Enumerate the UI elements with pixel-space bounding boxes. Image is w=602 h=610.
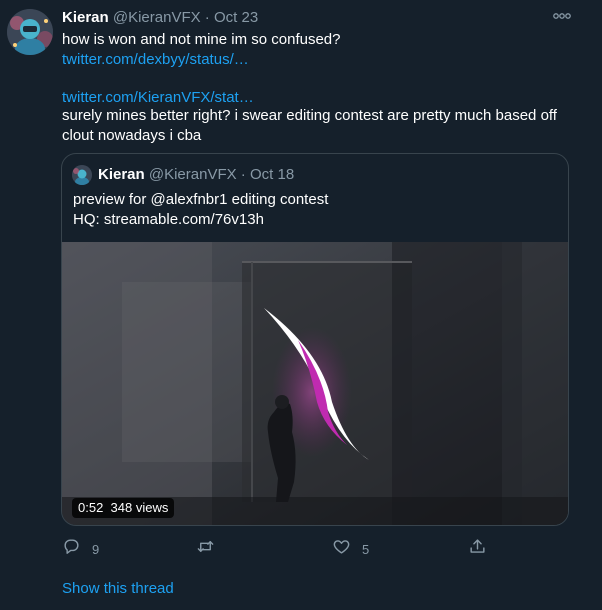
reply-count: 9 [92,541,100,557]
reply-button[interactable]: 9 [62,537,99,561]
retweet-icon [196,537,215,561]
tweet-actions: 9 5 [60,537,500,561]
quoted-header: Kieran @KieranVFX · Oct 18 [98,165,294,185]
share-button[interactable] [468,537,487,561]
reply-icon [62,537,81,561]
video-frame [62,242,568,525]
show-thread-link[interactable]: Show this thread [62,579,174,599]
more-options-icon[interactable] [551,9,573,23]
tweet-text-line-1: how is won and not mine im so confused? [62,31,341,48]
tweet-link-1[interactable]: twitter.com/dexbyy/status/… [62,50,249,70]
separator-dot: · [204,9,210,26]
tweet[interactable]: Kieran @KieranVFX · Oct 23 how is won an… [0,0,602,610]
tweet-date[interactable]: Oct 23 [214,9,258,26]
tweet-text-line-3: clout nowadays i cba [62,127,202,144]
tweet-link-2[interactable]: twitter.com/KieranVFX/stat… [62,88,254,108]
like-button[interactable]: 5 [332,537,369,561]
video-player[interactable]: 0:52 348 views [62,242,568,525]
quoted-text-line-1: preview for @alexfnbr1 editing contest [73,191,329,208]
like-icon [332,537,351,561]
quoted-date: Oct 18 [249,166,295,183]
like-count: 5 [362,541,370,557]
quoted-separator-dot: · [240,166,246,183]
video-badge: 0:52 348 views [72,498,175,518]
retweet-button[interactable] [196,537,215,561]
share-icon [468,537,487,561]
tweet-text-line-2: surely mines better right? i swear editi… [62,107,557,124]
video-views: 348 views [110,500,169,515]
video-duration: 0:52 [78,500,104,515]
author-name[interactable]: Kieran [62,9,109,26]
quoted-tweet[interactable]: Kieran @KieranVFX · Oct 18 preview for @… [61,153,569,526]
author-handle[interactable]: @KieranVFX [113,9,201,26]
quoted-author-name: Kieran [98,166,145,183]
quoted-author-handle: @KieranVFX [148,166,237,183]
tweet-header: Kieran @KieranVFX · Oct 23 [62,8,258,28]
avatar[interactable] [7,9,53,55]
quoted-text-line-2: HQ: streamable.com/76v13h [73,211,264,228]
quoted-avatar [72,165,92,185]
